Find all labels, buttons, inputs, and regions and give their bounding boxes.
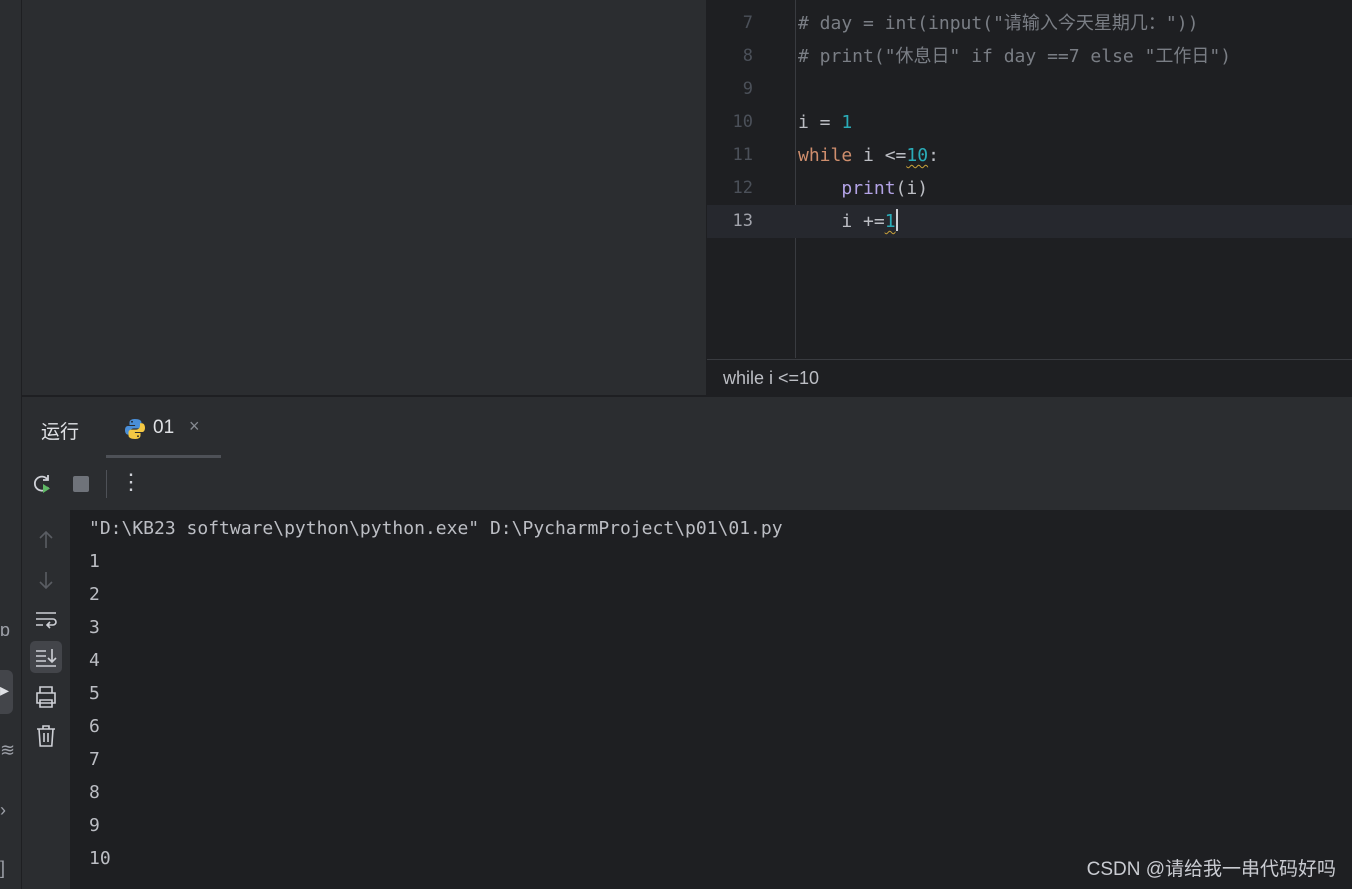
console-output[interactable]: "D:\KB23 software\python\python.exe" D:\…	[70, 510, 1352, 889]
more-icon[interactable]: ⋮	[117, 468, 145, 496]
console-output-line: 1	[89, 551, 100, 572]
code-line[interactable]: 7 # day = int(input("请输入今天星期几："))	[707, 7, 1352, 40]
line-code: while i <=10:	[798, 145, 939, 166]
strip-icon-1[interactable]: ɒ	[0, 620, 14, 641]
console-output-line: 5	[89, 683, 100, 704]
line-number: 12	[732, 178, 753, 198]
line-code: i +=1	[798, 209, 898, 232]
breadcrumb-bar: while i <=10	[707, 359, 1352, 396]
tab-run-01[interactable]: 01 ×	[106, 397, 221, 458]
rerun-icon[interactable]	[28, 470, 56, 498]
project-panel-area	[22, 0, 706, 395]
strip-icon-4[interactable]: ›	[0, 800, 14, 821]
code-line[interactable]: 11 while i <=10:	[707, 139, 1352, 172]
left-tool-strip: ɒ ▸ ≋ › ]	[0, 0, 22, 889]
line-number: 7	[742, 13, 753, 33]
code-line[interactable]: 10 i = 1	[707, 106, 1352, 139]
strip-icon-5[interactable]: ]	[0, 858, 14, 879]
console-output-line: 3	[89, 617, 100, 638]
run-panel-title[interactable]: 运行	[41, 417, 79, 444]
console-output-line: 8	[89, 782, 100, 803]
line-number: 9	[742, 79, 753, 99]
stop-icon[interactable]	[67, 470, 95, 498]
code-line[interactable]: 8 # print("休息日" if day ==7 else "工作日")	[707, 40, 1352, 73]
line-number: 13	[732, 211, 753, 231]
line-code: # day = int(input("请输入今天星期几："))	[798, 13, 1199, 34]
tab-label: 01	[153, 417, 175, 438]
code-line-current[interactable]: 13 i +=1	[707, 205, 1352, 238]
strip-icon-2[interactable]: ▸	[0, 680, 14, 701]
console-side-tools	[22, 510, 70, 889]
console-output-line: 9	[89, 815, 100, 836]
strip-icon-3[interactable]: ≋	[0, 740, 14, 761]
line-number: 8	[742, 46, 753, 66]
console-output-line: 7	[89, 749, 100, 770]
console-output-line: 4	[89, 650, 100, 671]
up-arrow-icon[interactable]	[30, 524, 62, 556]
trash-icon[interactable]	[30, 720, 62, 752]
watermark: CSDN @请给我一串代码好吗	[1086, 859, 1336, 880]
line-code: print(i)	[841, 178, 929, 199]
code-editor[interactable]: 7 # day = int(input("请输入今天星期几：")) 8 # pr…	[707, 0, 1352, 358]
run-toolbar: ⋮	[22, 458, 1352, 510]
line-number: 10	[732, 112, 753, 132]
breadcrumb[interactable]: while i <=10	[723, 368, 819, 389]
console-output-line: 10	[89, 848, 111, 869]
line-code: i = 1	[798, 112, 853, 133]
console-lines: "D:\KB23 software\python\python.exe" D:\…	[89, 512, 783, 875]
console-output-line: 2	[89, 584, 100, 605]
toolbar-separator	[106, 470, 107, 498]
close-icon[interactable]: ×	[189, 416, 200, 437]
console-command-line: "D:\KB23 software\python\python.exe" D:\…	[89, 518, 783, 539]
code-line[interactable]: 12 print(i)	[707, 172, 1352, 205]
print-icon[interactable]	[30, 681, 62, 713]
python-icon	[125, 419, 145, 439]
down-arrow-icon[interactable]	[30, 564, 62, 596]
code-line[interactable]: 9	[707, 73, 1352, 106]
line-code: # print("休息日" if day ==7 else "工作日")	[798, 46, 1232, 67]
run-tool-window-header: 运行 01 ×	[22, 396, 1352, 459]
line-number: 11	[732, 145, 753, 165]
soft-wrap-icon[interactable]	[30, 603, 62, 635]
console-output-line: 6	[89, 716, 100, 737]
scroll-to-end-icon[interactable]	[30, 641, 62, 673]
